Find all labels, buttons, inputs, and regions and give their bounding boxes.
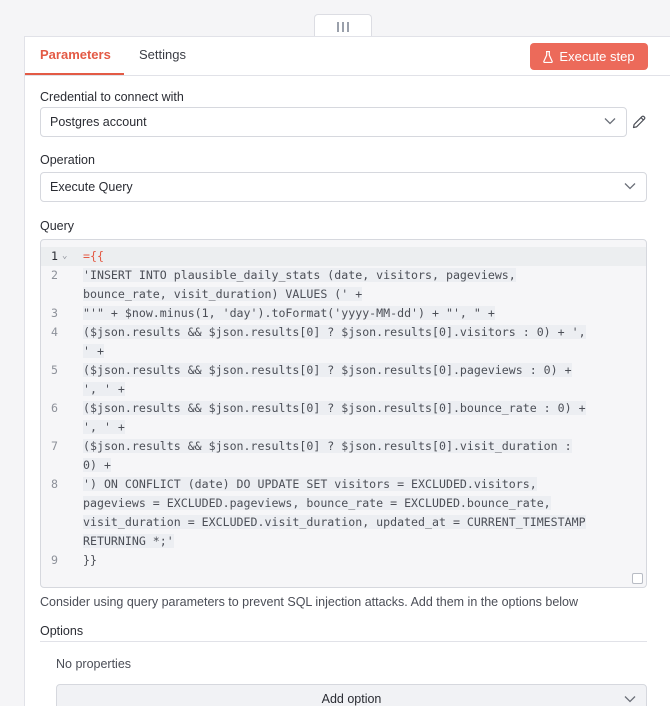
line-number: 6 xyxy=(51,401,58,415)
operation-value: Execute Query xyxy=(50,180,133,194)
code-text: ' + xyxy=(83,344,104,358)
chevron-down-icon xyxy=(604,118,616,125)
line-number: 9 xyxy=(51,553,58,567)
sql-injection-hint: Consider using query parameters to preve… xyxy=(40,595,579,609)
line-number: 4 xyxy=(51,325,58,339)
code-text: ($json.results && $json.results[0] ? $js… xyxy=(83,401,586,415)
line-number: 3 xyxy=(51,306,58,320)
line-number: 2 xyxy=(51,268,58,282)
options-divider xyxy=(40,641,647,642)
options-title: Options xyxy=(40,624,84,638)
flask-icon xyxy=(543,50,554,63)
code-text: ', ' + xyxy=(83,382,125,396)
tab-bar: Parameters Settings Execute step xyxy=(25,37,670,76)
code-text: ($json.results && $json.results[0] ? $js… xyxy=(83,325,586,339)
code-text: pageviews = EXCLUDED.pageviews, bounce_r… xyxy=(83,496,551,510)
code-text: 0) + xyxy=(83,458,111,472)
query-code-editor[interactable]: 1 ⌄ ={{ 2 'INSERT INTO plausible_daily_stats… xyxy=(40,239,647,588)
code-text: ($json.results && $json.results[0] ? $js… xyxy=(83,363,572,377)
execute-step-button[interactable]: Execute step xyxy=(530,43,648,70)
add-option-label: Add option xyxy=(321,692,382,706)
chevron-down-icon xyxy=(624,696,636,703)
code-text: RETURNING *;' xyxy=(83,534,174,548)
line-number: 8 xyxy=(51,477,58,491)
fold-chevron-icon[interactable]: ⌄ xyxy=(62,247,67,266)
operation-select[interactable]: Execute Query xyxy=(40,172,647,202)
code-text: ') ON CONFLICT (date) DO UPDATE SET visi… xyxy=(83,477,537,491)
code-text: "'" + $now.minus(1, 'day').toFormat('yyy… xyxy=(83,306,495,320)
code-text: ($json.results && $json.results[0] ? $js… xyxy=(83,439,572,453)
line-number: 5 xyxy=(51,363,58,377)
line-number: 7 xyxy=(51,439,58,453)
code-text: ', ' + xyxy=(83,420,125,434)
line-number: 1 xyxy=(51,249,58,263)
operation-label: Operation xyxy=(40,153,95,167)
active-line-highlight xyxy=(41,247,646,266)
panel-drag-handle[interactable] xyxy=(314,14,372,38)
execute-step-label: Execute step xyxy=(559,49,635,64)
tab-settings[interactable]: Settings xyxy=(139,47,186,62)
query-label: Query xyxy=(40,219,75,233)
code-text: bounce_rate, visit_duration) VALUES (' + xyxy=(83,287,363,301)
no-properties-text: No properties xyxy=(56,657,132,671)
code-text: }} xyxy=(83,553,97,567)
resize-handle[interactable] xyxy=(632,573,643,584)
chevron-down-icon xyxy=(624,183,636,190)
credential-select[interactable]: Postgres account xyxy=(40,107,627,137)
code-text: 'INSERT INTO plausible_daily_stats (date… xyxy=(83,268,516,282)
pencil-icon[interactable] xyxy=(631,114,647,130)
node-parameters-panel: Parameters Settings Execute step Credent… xyxy=(24,36,670,706)
active-tab-indicator xyxy=(25,73,124,75)
code-text: visit_duration = EXCLUDED.visit_duration… xyxy=(83,515,586,529)
credential-value: Postgres account xyxy=(50,115,147,129)
credential-label: Credential to connect with xyxy=(40,90,184,104)
tab-parameters[interactable]: Parameters xyxy=(40,47,111,62)
add-option-button[interactable]: Add option xyxy=(56,684,647,706)
code-text: ={{ xyxy=(83,249,104,263)
